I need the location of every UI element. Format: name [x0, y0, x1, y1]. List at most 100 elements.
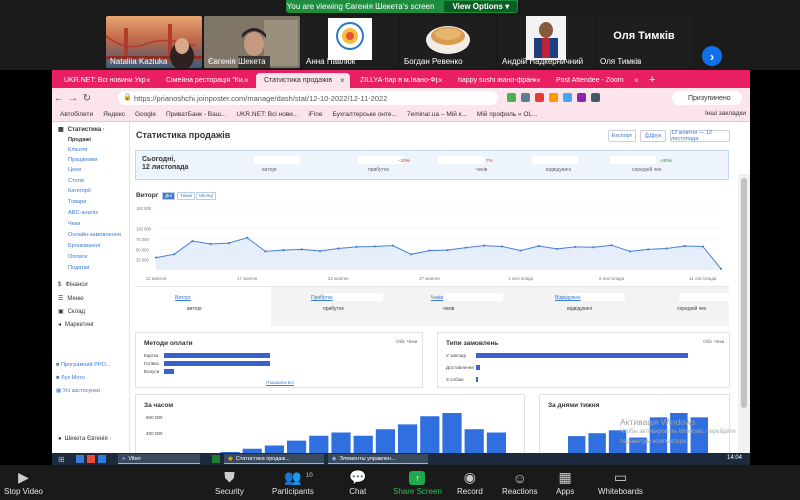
data-point	[719, 267, 723, 270]
other-bookmarks[interactable]: Інші закладки	[705, 110, 746, 117]
url-field[interactable]: 🔒 https://prianoshchi.joinposter.com/man…	[118, 91, 498, 105]
browser-tab[interactable]: Post Attendee - Zoom ×	[548, 73, 644, 88]
extension-icon[interactable]	[549, 93, 558, 102]
browser-tab-active[interactable]: Статистика продажів ×	[256, 73, 350, 88]
browser-tab[interactable]: happy sushi івано-франк... ×	[450, 73, 546, 88]
sidebar-promo[interactable]: ■ Лук Мото	[56, 375, 85, 381]
sidebar-subitem[interactable]: Бронювання	[68, 243, 100, 249]
new-tab-button[interactable]: +	[649, 74, 655, 86]
sidebar-item-menu[interactable]: ☰ Меню	[58, 295, 84, 303]
mode-days-button[interactable]: Дні	[162, 192, 175, 200]
participant-tile[interactable]: Богдан Ревенко	[400, 16, 496, 68]
export-button[interactable]: Експорт	[608, 130, 636, 142]
reactions-button[interactable]: ☺ Reactions	[502, 468, 538, 497]
extension-icon[interactable]	[507, 93, 516, 102]
bookmark[interactable]: iFine	[308, 111, 322, 118]
participant-tile[interactable]: Євгенія Шекета	[204, 16, 300, 68]
sidebar-subitem[interactable]: Оплати	[68, 254, 87, 260]
participant-tile[interactable]: Оля Тимків Оля Тимків	[596, 16, 692, 68]
sidebar-subitem[interactable]: Онлайн-замовлення	[68, 232, 121, 238]
record-button[interactable]: ◉ Record	[457, 468, 483, 496]
bookmark[interactable]: UKR.NET: Всі нови...	[236, 111, 298, 118]
stop-video-button[interactable]: ▶ Stop Video	[4, 468, 43, 496]
sidebar-subitem[interactable]: Податки	[68, 265, 89, 271]
print-button[interactable]: ⎙ Друк	[640, 130, 666, 142]
windows-start-icon[interactable]: ⊞	[54, 454, 69, 464]
reload-icon[interactable]: ↻	[80, 93, 94, 104]
kpi-tab-avg-check[interactable]: середній чек	[625, 286, 737, 326]
sidebar-subitem[interactable]: Цехи	[68, 167, 81, 173]
mode-months-button[interactable]: Місяці	[196, 192, 216, 200]
page-scrollbar[interactable]	[738, 174, 750, 453]
sidebar-promo[interactable]: ▦ Усі застосунки	[56, 388, 100, 394]
scrollbar-thumb[interactable]	[741, 178, 747, 408]
panel-toggle[interactable]: Обіг Чеки	[396, 340, 417, 345]
word-icon[interactable]	[98, 455, 106, 463]
close-icon[interactable]: ×	[634, 76, 644, 85]
browser-tab[interactable]: ZILLYA-бар в м.Івано-Фр... ×	[352, 73, 448, 88]
participant-tile[interactable]: Андрій Надкерничний	[498, 16, 594, 68]
whiteboards-button[interactable]: ▭ Whiteboards	[598, 468, 643, 496]
back-icon[interactable]: ←	[52, 93, 66, 104]
kpi-tab-checks[interactable]: Чеків чеків	[391, 286, 515, 326]
sidebar-subitem[interactable]: Працівники	[68, 157, 97, 163]
sidebar-subitem[interactable]: ABC-аналіз	[68, 210, 98, 216]
mode-weeks-button[interactable]: Тижні	[177, 192, 196, 200]
security-button[interactable]: ⛊ Security	[215, 468, 244, 496]
bookmark[interactable]: Яндекс	[103, 111, 125, 118]
close-icon[interactable]: ×	[244, 76, 254, 85]
kpi-tab-visitors[interactable]: Відвідувачі відвідувачі	[515, 286, 627, 326]
sidebar-subitem[interactable]: Продажі	[68, 137, 91, 143]
browser-tab[interactable]: UKR.NET: Всі новини України×	[56, 73, 156, 88]
extension-icon[interactable]	[521, 93, 530, 102]
close-icon[interactable]: ×	[146, 76, 156, 85]
user-menu[interactable]: ● Шекета Євгенія ·	[58, 436, 111, 442]
date-range-picker[interactable]: 12 жовтня — 12 листопада	[670, 130, 730, 142]
sidebar-subitem[interactable]: Чеки	[68, 221, 80, 227]
sidebar-item-statistics[interactable]: ▦ Статистика ·	[58, 126, 105, 134]
taskbar-item-chrome[interactable]: ◉ Статистика продаж...	[224, 454, 324, 464]
sidebar-item-finance[interactable]: $ Фінанси	[58, 282, 88, 288]
sidebar-item-warehouse[interactable]: ▣ Склад	[58, 308, 85, 316]
x-tick-label: 11 листопада	[689, 276, 717, 281]
sidebar-subitem[interactable]: Категорії	[68, 188, 91, 194]
bookmark[interactable]: Бухгалтерське онте...	[332, 111, 397, 118]
explorer-icon[interactable]	[76, 455, 84, 463]
participant-tile[interactable]: Анна Павлюк	[302, 16, 398, 68]
sidebar-subitem[interactable]: Столи	[68, 178, 84, 184]
show-all-link[interactable]: Показати всі	[266, 381, 294, 386]
bookmark[interactable]: Мій профиль « OL...	[477, 111, 538, 118]
forward-icon[interactable]: →	[66, 93, 80, 104]
close-icon[interactable]: ×	[438, 76, 448, 85]
next-page-button[interactable]: ›	[702, 46, 722, 66]
share-screen-button[interactable]: ↑ Share Screen	[393, 468, 442, 496]
pdf-icon[interactable]	[87, 455, 95, 463]
apps-button[interactable]: ▦ Apps	[556, 468, 574, 496]
sidebar-item-marketing[interactable]: ◂ Маркетинг	[58, 321, 94, 329]
close-icon[interactable]: ×	[536, 76, 546, 85]
bookmark[interactable]: 7eminar.ua – Мій к...	[407, 111, 467, 118]
bookmark[interactable]: Google	[135, 111, 156, 118]
excel-icon[interactable]	[212, 455, 220, 463]
bookmark[interactable]: Автобілети	[60, 111, 93, 118]
sidebar-subitem[interactable]: Клієнти	[68, 147, 87, 153]
taskbar-item-viber[interactable]: ● Viber	[118, 454, 200, 464]
bookmark[interactable]: ПриватБанк - Ваш...	[166, 111, 226, 118]
sidebar-promo[interactable]: ■ Програмний РРО...	[56, 362, 111, 368]
taskbar-item-control-panel[interactable]: ◆ Элементы управлен...	[328, 454, 428, 464]
kpi-tab-profit[interactable]: Прибуток прибуток	[271, 286, 391, 326]
close-icon[interactable]: ×	[340, 76, 350, 85]
chat-button[interactable]: 💬 Chat	[349, 468, 366, 496]
participant-tile[interactable]: Nataliia Kaziuka	[106, 16, 202, 68]
view-options-button[interactable]: View Options ▾	[444, 1, 518, 12]
profile-button[interactable]: Призупинено	[672, 91, 742, 105]
browser-tab[interactable]: Сімейна ресторація "Ки... ×	[158, 73, 254, 88]
extension-icon[interactable]	[577, 93, 586, 102]
extension-icon[interactable]	[591, 93, 600, 102]
sidebar-subitem[interactable]: Товари	[68, 199, 86, 205]
extension-icon[interactable]	[563, 93, 572, 102]
extension-icon[interactable]	[535, 93, 544, 102]
kpi-tab-revenue[interactable]: Виторг виторг	[135, 286, 271, 326]
participants-button[interactable]: 👥 10 Participants	[272, 468, 314, 496]
panel-toggle[interactable]: Обіг Чеки	[703, 340, 724, 345]
